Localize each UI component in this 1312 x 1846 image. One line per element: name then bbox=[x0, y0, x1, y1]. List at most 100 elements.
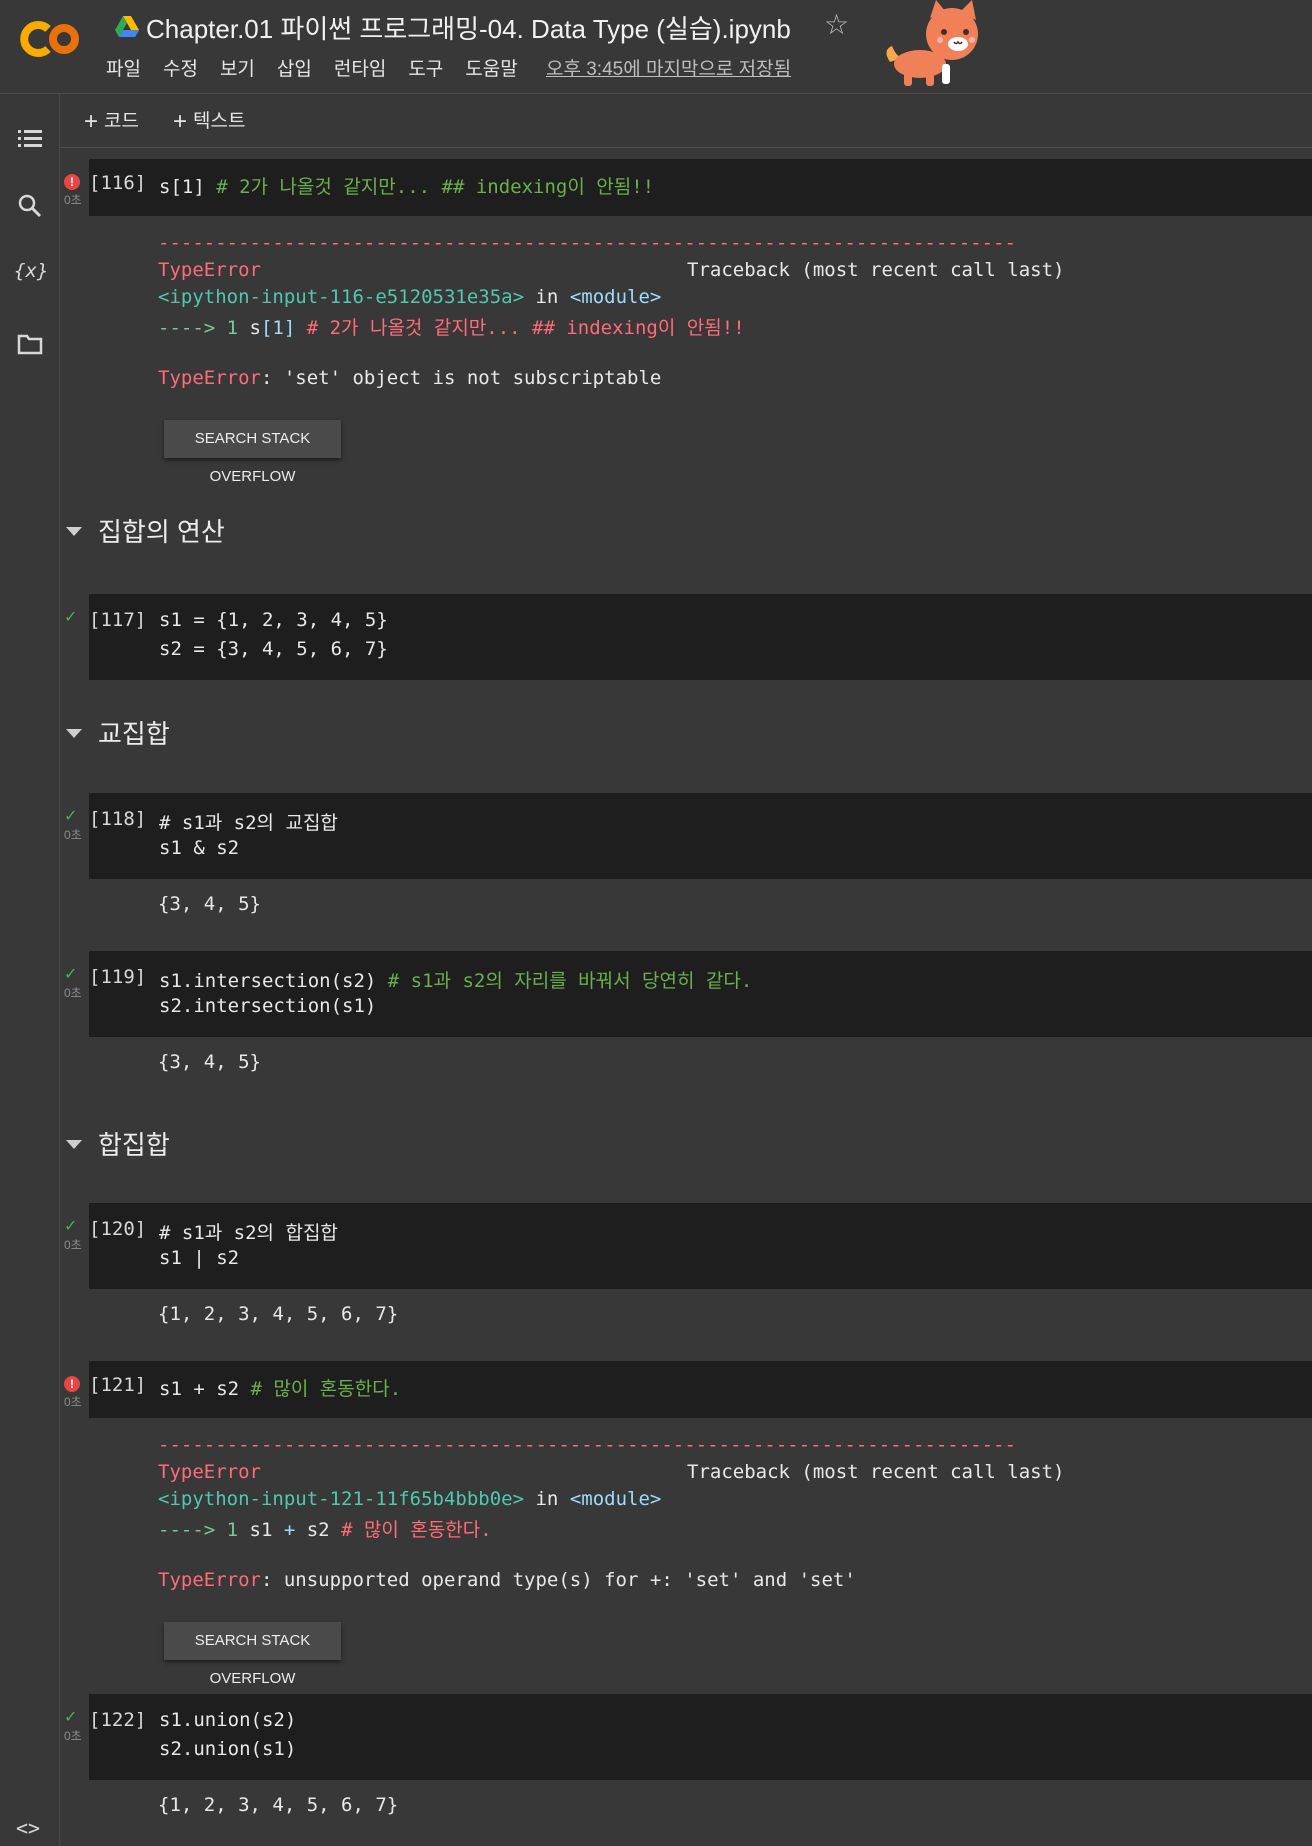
code-cell-116[interactable]: [116] s[1] # 2가 나올것 같지만... ## indexing이 … bbox=[89, 159, 1312, 216]
section-title: 합집합 bbox=[98, 1130, 170, 1160]
error-icon: ! bbox=[64, 174, 80, 190]
traceback-arrow: ----> 1 bbox=[158, 317, 250, 339]
cell-120-exec-count: [120] bbox=[89, 1218, 147, 1240]
error-type: TypeError bbox=[158, 1461, 261, 1483]
table-of-contents-icon[interactable] bbox=[16, 124, 44, 152]
section-heading-set-operations[interactable]: 집합의 연산 bbox=[66, 512, 225, 549]
error-message: TypeError: 'set' object is not subscript… bbox=[158, 367, 661, 389]
menu-tools[interactable]: 도구 bbox=[408, 54, 443, 81]
save-status-link[interactable]: 오후 3:45에 마지막으로 저장됨 bbox=[546, 54, 791, 81]
add-code-button[interactable]: + 코드 bbox=[84, 106, 139, 136]
cell-122-output: {1, 2, 3, 4, 5, 6, 7} bbox=[158, 1794, 399, 1816]
folder-icon[interactable] bbox=[16, 330, 44, 358]
code-cell-122[interactable]: [122] s1.union(s2) s2.union(s1) bbox=[89, 1694, 1312, 1780]
error-message-type: TypeError bbox=[158, 1569, 261, 1591]
cell-122-time: 0초 bbox=[64, 1729, 82, 1743]
collapse-triangle-icon[interactable] bbox=[66, 729, 82, 738]
google-drive-icon[interactable] bbox=[114, 15, 140, 39]
cell-119-line-2[interactable]: s2.intersection(s1) bbox=[159, 995, 376, 1017]
left-sidebar: {x} <> bbox=[0, 94, 60, 1846]
collapse-triangle-icon[interactable] bbox=[66, 527, 82, 536]
cell-122-status: ✓ 0초 bbox=[64, 1710, 86, 1744]
error-message-text: : unsupported operand type(s) for +: 'se… bbox=[260, 1569, 856, 1591]
traceback-comment: # 많이 혼동한다. bbox=[341, 1519, 492, 1541]
cell-116-status: ! 0초 bbox=[64, 174, 86, 208]
traceback-file: <ipython-input-116-e5120531e35a> bbox=[158, 286, 525, 308]
section-heading-intersection[interactable]: 교집합 bbox=[66, 714, 170, 751]
check-icon: ✓ bbox=[64, 808, 78, 825]
code-text: s1 + s2 bbox=[159, 1378, 251, 1400]
error-type: TypeError bbox=[158, 259, 261, 281]
cell-121-time: 0초 bbox=[64, 1395, 82, 1409]
menu-edit[interactable]: 수정 bbox=[163, 54, 198, 81]
search-icon[interactable] bbox=[16, 192, 44, 220]
cell-119-status: ✓ 0초 bbox=[64, 967, 86, 1001]
add-text-button[interactable]: + 텍스트 bbox=[173, 106, 245, 136]
search-stack-overflow-button[interactable]: SEARCH STACK OVERFLOW bbox=[164, 420, 341, 485]
cell-117-exec-count: [117] bbox=[89, 609, 147, 631]
variables-icon[interactable]: {x} bbox=[14, 260, 48, 288]
cell-122-line-2[interactable]: s2.union(s1) bbox=[159, 1738, 296, 1760]
traceback-module: <module> bbox=[569, 1488, 662, 1510]
cell-118-output: {3, 4, 5} bbox=[158, 893, 261, 915]
menu-help[interactable]: 도움말 bbox=[465, 54, 517, 81]
cell-116-code[interactable]: s[1] # 2가 나올것 같지만... ## indexing이 안됨!! bbox=[159, 172, 654, 199]
traceback-label: Traceback (most recent call last) bbox=[687, 259, 1065, 281]
section-heading-union[interactable]: 합집합 bbox=[66, 1125, 170, 1162]
code-comment: # 2가 나올것 같지만... ## indexing이 안됨!! bbox=[216, 176, 655, 198]
check-icon: ✓ bbox=[64, 1709, 78, 1726]
cell-118-time: 0초 bbox=[64, 828, 82, 842]
error-icon: ! bbox=[64, 1376, 80, 1392]
error-message: TypeError: unsupported operand type(s) f… bbox=[158, 1569, 856, 1591]
cell-120-status: ✓ 0초 bbox=[64, 1219, 86, 1253]
traceback-location: <ipython-input-116-e5120531e35a> in <mod… bbox=[158, 286, 661, 308]
cell-118-line-2[interactable]: s1 & s2 bbox=[159, 837, 239, 859]
cell-118-line-1[interactable]: # s1과 s2의 교집합 bbox=[159, 808, 338, 835]
cell-120-line-1[interactable]: # s1과 s2의 합집합 bbox=[159, 1218, 338, 1245]
code-cell-121[interactable]: [121] s1 + s2 # 많이 혼동한다. bbox=[89, 1361, 1312, 1418]
cat-mascot-image bbox=[886, 0, 978, 86]
cell-118-status: ✓ 0초 bbox=[64, 809, 86, 843]
cell-117-line-1[interactable]: s1 = {1, 2, 3, 4, 5} bbox=[159, 609, 388, 631]
cell-122-line-1[interactable]: s1.union(s2) bbox=[159, 1709, 296, 1731]
search-stack-overflow-button[interactable]: SEARCH STACK OVERFLOW bbox=[164, 1622, 341, 1687]
traceback-divider: ----------------------------------------… bbox=[158, 232, 1016, 254]
cell-119-output: {3, 4, 5} bbox=[158, 1051, 261, 1073]
menu-runtime[interactable]: 런타임 bbox=[334, 54, 386, 81]
code-cell-117[interactable]: [117] s1 = {1, 2, 3, 4, 5} s2 = {3, 4, 5… bbox=[89, 594, 1312, 680]
code-text: s1.intersection(s2) bbox=[159, 970, 388, 992]
menu-file[interactable]: 파일 bbox=[106, 54, 141, 81]
header: Chapter.01 파이썬 프로그래밍-04. Data Type (실습).… bbox=[0, 0, 1312, 94]
check-icon: ✓ bbox=[64, 966, 78, 983]
code-cell-119[interactable]: [119] s1.intersection(s2) # s1과 s2의 자리를 … bbox=[89, 951, 1312, 1037]
cell-120-line-2[interactable]: s1 | s2 bbox=[159, 1247, 239, 1269]
cell-121-code[interactable]: s1 + s2 # 많이 혼동한다. bbox=[159, 1374, 401, 1401]
traceback-arrow: ----> 1 bbox=[158, 1519, 250, 1541]
code-comment: # 많이 혼동한다. bbox=[250, 1378, 402, 1400]
traceback-line: ----> 1 s[1] # 2가 나올것 같지만... ## indexing… bbox=[158, 313, 745, 340]
menu-bar: 파일 수정 보기 삽입 런타임 도구 도움말 bbox=[106, 54, 540, 81]
cell-119-line-1[interactable]: s1.intersection(s2) # s1과 s2의 자리를 바꿔서 당연… bbox=[159, 966, 752, 993]
code-snippets-icon[interactable]: <> bbox=[16, 1816, 44, 1844]
section-title: 교집합 bbox=[98, 719, 170, 749]
menu-view[interactable]: 보기 bbox=[220, 54, 255, 81]
traceback-index: [1] bbox=[260, 317, 296, 339]
code-cell-120[interactable]: [120] # s1과 s2의 합집합 s1 | s2 bbox=[89, 1203, 1312, 1289]
collapse-triangle-icon[interactable] bbox=[66, 1140, 82, 1149]
traceback-header: TypeError Traceback (most recent call las… bbox=[158, 259, 1065, 281]
error-message-type: TypeError bbox=[158, 367, 261, 389]
traceback-code-2: s2 bbox=[295, 1519, 342, 1541]
cell-119-exec-count: [119] bbox=[89, 966, 147, 988]
check-icon: ✓ bbox=[64, 609, 78, 626]
notebook-title[interactable]: Chapter.01 파이썬 프로그래밍-04. Data Type (실습).… bbox=[146, 9, 791, 46]
colab-logo[interactable] bbox=[20, 17, 86, 61]
traceback-divider: ----------------------------------------… bbox=[158, 1434, 1016, 1456]
cell-121-exec-count: [121] bbox=[89, 1374, 147, 1396]
traceback-in: in bbox=[524, 1488, 570, 1510]
code-cell-118[interactable]: [118] # s1과 s2의 교집합 s1 & s2 bbox=[89, 793, 1312, 879]
star-icon[interactable]: ☆ bbox=[824, 8, 849, 41]
add-code-label: 코드 bbox=[104, 111, 139, 132]
cell-116-time: 0초 bbox=[64, 193, 82, 207]
cell-117-line-2[interactable]: s2 = {3, 4, 5, 6, 7} bbox=[159, 638, 388, 660]
menu-insert[interactable]: 삽입 bbox=[277, 54, 312, 81]
